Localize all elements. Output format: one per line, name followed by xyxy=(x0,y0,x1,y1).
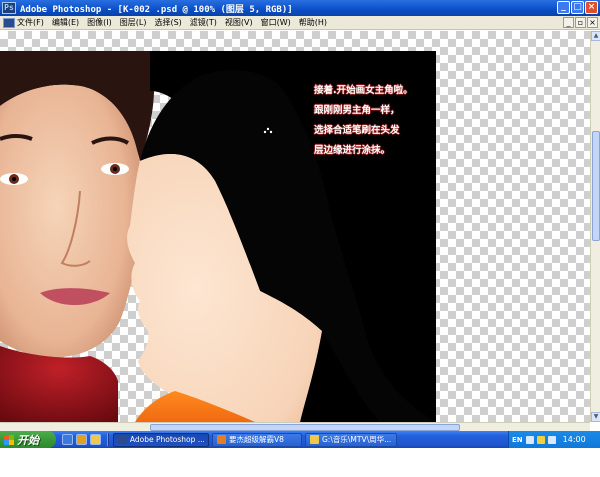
window-controls: _ □ × xyxy=(557,1,598,14)
taskbar-separator xyxy=(107,433,109,446)
tray-network-icon[interactable] xyxy=(525,435,534,444)
photoshop-logo-icon: Ps xyxy=(2,2,16,14)
start-label: 开始 xyxy=(17,433,39,447)
tray-volume-icon[interactable] xyxy=(536,435,545,444)
media-player-icon xyxy=(217,435,226,444)
menu-edit[interactable]: 编辑(E) xyxy=(52,17,79,28)
system-tray: EN 14:00 xyxy=(508,431,600,448)
menu-select[interactable]: 选择(S) xyxy=(154,17,181,28)
menu-window[interactable]: 窗口(W) xyxy=(261,17,291,28)
quick-launch xyxy=(62,434,101,445)
ie-icon[interactable] xyxy=(62,434,73,445)
start-button[interactable]: 开始 xyxy=(0,431,56,448)
doc-close-button[interactable]: × xyxy=(587,17,598,28)
artwork-canvas[interactable] xyxy=(0,31,590,422)
menu-bar: 文件(F) 编辑(E) 图像(I) 图层(L) 选择(S) 滤镜(T) 视图(V… xyxy=(0,16,600,30)
scroll-down-arrow-icon[interactable]: ▼ xyxy=(591,412,600,422)
caption-line: 选择合适笔刷在头发 xyxy=(314,125,400,136)
document-icon[interactable] xyxy=(3,17,15,28)
clock: 14:00 xyxy=(562,435,586,444)
vertical-scroll-thumb[interactable] xyxy=(592,131,600,241)
task-label: G:\音乐\MTV\周华... xyxy=(322,435,392,444)
minimize-button[interactable]: _ xyxy=(557,1,570,14)
screen: Ps Adobe Photoshop - [K-002 .psd @ 100% … xyxy=(0,0,600,477)
document-controls: _ ▫ × xyxy=(563,17,598,28)
title-bar[interactable]: Ps Adobe Photoshop - [K-002 .psd @ 100% … xyxy=(0,0,600,16)
media-player-icon[interactable] xyxy=(76,434,87,445)
male-face xyxy=(0,84,142,358)
maximize-button[interactable]: □ xyxy=(571,1,584,14)
folder-icon xyxy=(310,435,319,444)
canvas-area[interactable]: 接着.开始画女主角啦。 跟刚刚男主角一样， 选择合适笔刷在头发 层边缘进行涂抹。 xyxy=(0,31,590,422)
doc-restore-button[interactable]: ▫ xyxy=(575,17,586,28)
task-label: 要杰超级解霸V8 xyxy=(229,435,284,444)
close-button[interactable]: × xyxy=(585,1,598,14)
caption-line: 跟刚刚男主角一样， xyxy=(314,105,400,116)
tutorial-caption: 接着.开始画女主角啦。 跟刚刚男主角一样， 选择合适笔刷在头发 层边缘进行涂抹。 xyxy=(314,81,444,161)
horizontal-scrollbar[interactable] xyxy=(0,422,590,431)
photoshop-icon xyxy=(118,435,127,444)
doc-minimize-button[interactable]: _ xyxy=(563,17,574,28)
caption-line: 层边缘进行涂抹。 xyxy=(314,145,391,156)
horizontal-scroll-thumb[interactable] xyxy=(150,424,460,431)
taskbar: 开始 Adobe Photoshop ... 要杰超级解霸V8 G:\音乐\MT… xyxy=(0,431,600,448)
scroll-up-arrow-icon[interactable]: ▲ xyxy=(591,31,600,41)
windows-logo-icon xyxy=(4,434,14,445)
window-title: Adobe Photoshop - [K-002 .psd @ 100% (图层… xyxy=(20,4,293,15)
task-media-player[interactable]: 要杰超级解霸V8 xyxy=(212,432,302,447)
caption-line: 接着.开始画女主角啦。 xyxy=(314,85,413,96)
task-folder[interactable]: G:\音乐\MTV\周华... xyxy=(305,432,397,447)
menu-layer[interactable]: 图层(L) xyxy=(120,17,147,28)
blank-area xyxy=(0,448,600,477)
menu-image[interactable]: 图像(I) xyxy=(87,17,112,28)
menu-file[interactable]: 文件(F) xyxy=(17,17,44,28)
language-indicator[interactable]: EN xyxy=(512,436,523,444)
task-label: Adobe Photoshop ... xyxy=(129,435,204,444)
menu-view[interactable]: 视图(V) xyxy=(225,17,253,28)
folder-icon[interactable] xyxy=(90,434,101,445)
tray-app-icon[interactable] xyxy=(547,435,556,444)
menu-filter[interactable]: 滤镜(T) xyxy=(190,17,217,28)
task-photoshop[interactable]: Adobe Photoshop ... xyxy=(113,432,209,447)
vertical-scrollbar[interactable]: ▲ ▼ xyxy=(590,31,600,422)
male-scarf xyxy=(0,346,118,422)
menu-help[interactable]: 帮助(H) xyxy=(299,17,327,28)
